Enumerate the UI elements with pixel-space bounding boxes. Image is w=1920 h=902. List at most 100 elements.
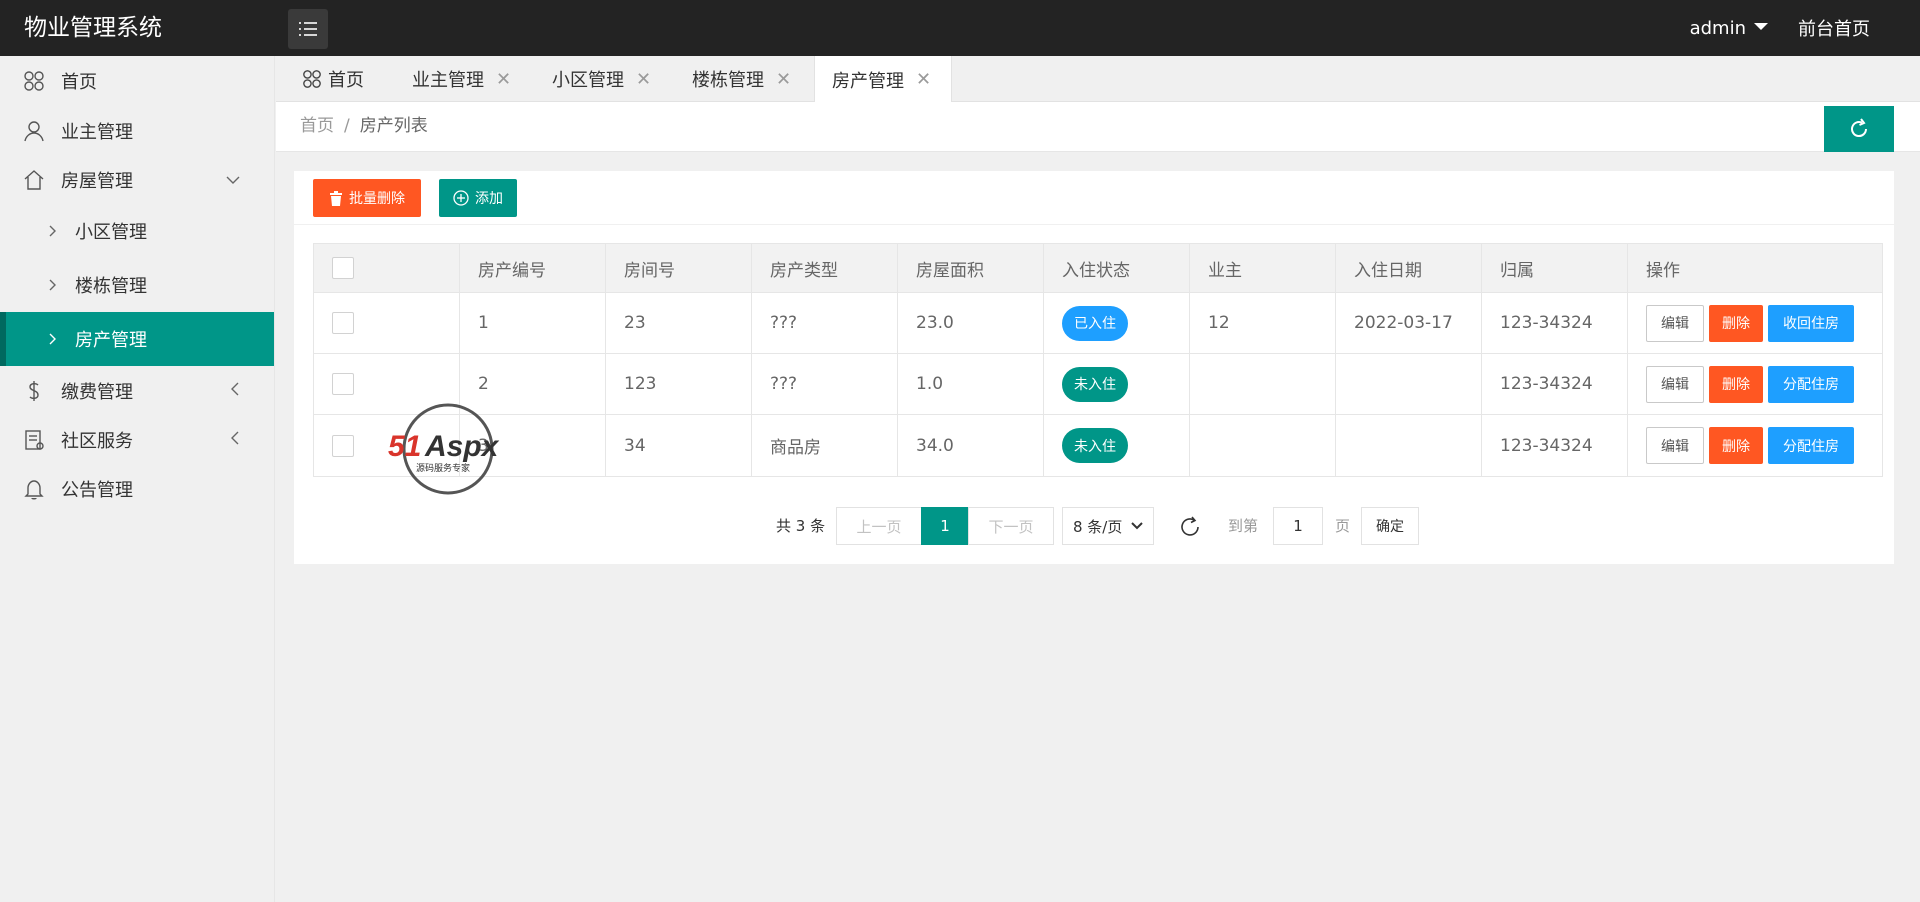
edit-button[interactable]: 编辑 [1646, 365, 1704, 403]
user-icon [22, 119, 46, 143]
sidebar-subitem-building[interactable]: 楼栋管理 [0, 258, 274, 312]
batch-delete-label: 批量删除 [349, 191, 405, 207]
table-header-row: 房产编号 房间号 房产类型 房屋面积 入住状态 业主 入住日期 归属 操作 [314, 244, 1882, 293]
table-header-cell[interactable]: 入住状态 [1044, 244, 1190, 292]
row-checkbox[interactable] [332, 434, 354, 457]
chevron-left-icon [230, 429, 240, 450]
goto-confirm-button[interactable]: 确定 [1361, 507, 1419, 545]
delete-button[interactable]: 删除 [1709, 427, 1763, 464]
sidebar-item-label: 房屋管理 [61, 170, 133, 192]
watermark-logo: 51 Aspx 源码服务专家 [385, 401, 515, 497]
front-page-link[interactable]: 前台首页 [1798, 15, 1870, 41]
cell-area: 23.0 [898, 293, 1044, 353]
edit-button[interactable]: 编辑 [1646, 304, 1704, 342]
sidebar-item-community-service[interactable]: 社区服务 [0, 415, 274, 464]
tab-label: 楼栋管理 [692, 70, 764, 91]
chevron-down-icon [1131, 522, 1143, 530]
sidebar-item-fees[interactable]: 缴费管理 [0, 366, 274, 415]
goto-page-input[interactable]: 1 [1273, 507, 1323, 545]
home-grid-icon [303, 70, 321, 88]
table-header-cell[interactable]: 业主 [1190, 244, 1336, 292]
page-refresh-button[interactable] [1824, 106, 1894, 152]
pagination: 共 3 条 上一页 1 下一页 8 条/页 到第 1 页 确定 [294, 507, 1894, 545]
tab-owners[interactable]: 业主管理 ✕ [412, 56, 511, 102]
table-header-cell[interactable]: 房间号 [606, 244, 752, 292]
page-size-select[interactable]: 8 条/页 [1062, 507, 1154, 545]
next-page-button[interactable]: 下一页 [968, 507, 1054, 545]
delete-button[interactable]: 删除 [1709, 304, 1763, 342]
sidebar-item-owners[interactable]: 业主管理 [0, 106, 274, 155]
cell-room: 23 [606, 293, 752, 353]
sidebar-item-label: 首页 [61, 72, 97, 93]
row-checkbox-cell [314, 293, 460, 353]
table-header-cell[interactable]: 房产类型 [752, 244, 898, 292]
assign-housing-button[interactable]: 分配住房 [1768, 427, 1854, 464]
table-row: 2 123 ??? 1.0 未入住 123-34324 编辑 删除 分配住房 [314, 354, 1882, 415]
sidebar-subitem-property[interactable]: 房产管理 [0, 312, 274, 366]
select-all-checkbox[interactable] [332, 257, 354, 279]
close-icon[interactable]: ✕ [496, 69, 511, 90]
status-badge: 未入住 [1062, 366, 1128, 402]
app-title: 物业管理系统 [24, 15, 162, 41]
cell-date: 2022-03-17 [1336, 293, 1482, 353]
sidebar-item-housing[interactable]: 房屋管理 [0, 155, 274, 204]
prev-page-button[interactable]: 上一页 [836, 507, 922, 545]
chevron-right-icon [45, 225, 59, 237]
row-checkbox[interactable] [332, 312, 354, 334]
chevron-right-icon [45, 279, 59, 291]
refresh-icon[interactable] [1178, 515, 1202, 539]
reclaim-housing-button[interactable]: 收回住房 [1768, 304, 1854, 342]
sidebar-item-label: 业主管理 [61, 121, 133, 143]
batch-delete-button[interactable]: 批量删除 [313, 179, 421, 217]
breadcrumb-current: 房产列表 [359, 116, 428, 136]
add-button[interactable]: 添加 [439, 179, 517, 217]
caret-down-icon [1754, 22, 1768, 30]
cell-owner [1190, 354, 1336, 414]
bell-icon [22, 477, 46, 501]
property-table: 房产编号 房间号 房产类型 房屋面积 入住状态 业主 入住日期 归属 操作 1 … [313, 243, 1883, 477]
close-icon[interactable]: ✕ [776, 69, 791, 90]
tab-bar: 首页 业主管理 ✕ 小区管理 ✕ 楼栋管理 ✕ 房产管理 ✕ [276, 56, 1920, 103]
sidebar-subitem-community[interactable]: 小区管理 [0, 204, 274, 258]
user-menu[interactable]: admin [1690, 18, 1768, 39]
delete-button[interactable]: 删除 [1709, 365, 1763, 403]
edit-button[interactable]: 编辑 [1646, 427, 1704, 464]
table-row: 3 34 商品房 34.0 未入住 123-34324 编辑 删除 分配住房 [314, 415, 1882, 476]
tab-label: 小区管理 [552, 70, 624, 91]
sidebar-item-home[interactable]: 首页 [0, 56, 274, 106]
table-header-checkbox-cell [314, 244, 460, 292]
dollar-icon [22, 379, 46, 403]
menu-toggle-button[interactable] [288, 9, 328, 49]
current-page-button[interactable]: 1 [921, 507, 969, 545]
cell-actions: 编辑 删除 分配住房 [1628, 354, 1886, 414]
table-header-cell[interactable]: 入住日期 [1336, 244, 1482, 292]
sidebar-item-notices[interactable]: 公告管理 [0, 464, 274, 513]
sidebar-subitem-label: 小区管理 [75, 222, 147, 243]
tab-community[interactable]: 小区管理 ✕ [552, 56, 651, 102]
list-menu-icon [299, 22, 317, 36]
cell-date [1336, 354, 1482, 414]
breadcrumb: 首页 / 房产列表 [300, 102, 428, 150]
cell-type: 商品房 [752, 415, 898, 476]
goto-unit-label: 页 [1335, 517, 1351, 535]
breadcrumb-bar: 首页 / 房产列表 [276, 102, 1920, 152]
tab-building[interactable]: 楼栋管理 ✕ [692, 56, 791, 102]
table-header-cell[interactable]: 归属 [1482, 244, 1628, 292]
tab-home[interactable]: 首页 [302, 56, 364, 102]
close-icon[interactable]: ✕ [916, 69, 931, 90]
assign-housing-button[interactable]: 分配住房 [1768, 365, 1854, 403]
sidebar-item-label: 社区服务 [61, 430, 133, 452]
refresh-icon [1851, 118, 1868, 138]
goto-label: 到第 [1228, 517, 1259, 535]
close-icon[interactable]: ✕ [636, 69, 651, 90]
pagination-total: 共 3 条 [776, 517, 826, 535]
table-header-cell[interactable]: 房产编号 [460, 244, 606, 292]
breadcrumb-home[interactable]: 首页 [300, 116, 334, 136]
cell-room: 34 [606, 415, 752, 476]
add-label: 添加 [475, 191, 503, 207]
cell-room: 123 [606, 354, 752, 414]
tab-property[interactable]: 房产管理 ✕ [814, 56, 953, 103]
tab-label: 首页 [328, 70, 364, 91]
table-header-cell[interactable]: 房屋面积 [898, 244, 1044, 292]
row-checkbox[interactable] [332, 373, 354, 395]
